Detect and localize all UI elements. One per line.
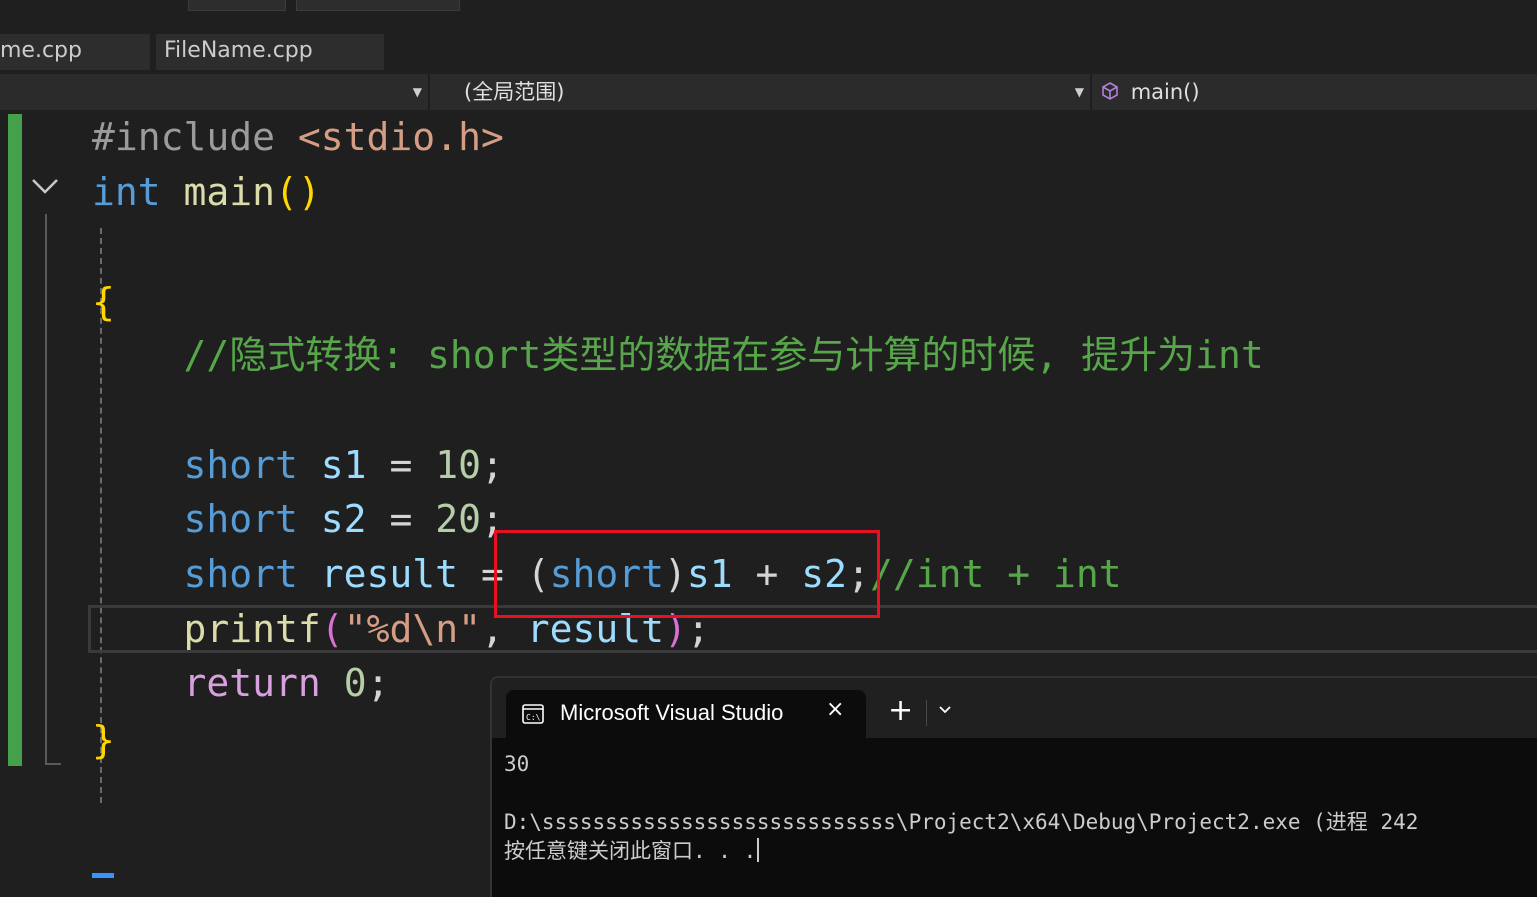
project-dropdown[interactable]: ▼ <box>0 75 428 109</box>
tab-label: FileName.cpp <box>164 38 313 63</box>
cube-icon <box>1100 77 1120 111</box>
tab-filename-cpp[interactable]: FileName.cpp <box>156 34 384 70</box>
code-line-8: short s2 = 20; <box>183 497 504 541</box>
token-keyword: short <box>183 497 298 541</box>
titlebar-divider <box>926 700 927 726</box>
token-close-brace: } <box>92 718 115 762</box>
change-tracking-bar <box>8 114 22 766</box>
chevron-down-icon: ▼ <box>412 85 422 99</box>
annotation-highlight-box <box>494 530 880 618</box>
nav-divider <box>1090 74 1092 110</box>
outline-fold-end <box>45 763 61 765</box>
code-line-7: short s1 = 10; <box>183 443 504 487</box>
toolbar-strip <box>0 0 1537 12</box>
function-dropdown[interactable]: main() <box>1094 75 1537 109</box>
tab-me-cpp[interactable]: me.cpp <box>0 34 150 70</box>
token-function: main <box>183 170 276 214</box>
document-tab-bar: me.cpp FileName.cpp <box>0 12 1537 72</box>
function-label: main() <box>1130 80 1200 104</box>
nav-divider <box>428 74 430 110</box>
navigation-bar: ▼ (全局范围) ▼ main() <box>0 74 1537 111</box>
token-number: 10 <box>435 443 481 487</box>
token-number: 20 <box>435 497 481 541</box>
token-control-keyword: return <box>183 661 321 705</box>
code-line-1: #include <stdio.h> <box>92 110 504 164</box>
terminal-tab-title: Microsoft Visual Studio <box>560 700 784 725</box>
brace-match-marker <box>92 873 114 878</box>
prompt-message: 按任意键关闭此窗口. . . <box>504 839 757 863</box>
token-variable: s2 <box>320 497 367 541</box>
terminal-output: 30 D:\ssssssssssssssssssssssssssss\Proje… <box>504 750 1418 866</box>
toolbar-platform-dropdown[interactable] <box>296 0 460 11</box>
outline-fold-line <box>45 214 47 764</box>
code-line-2: int main() <box>92 170 321 214</box>
token-comment: //int + int <box>869 552 1122 596</box>
code-line-5: //隐式转换: short类型的数据在参与计算的时候, 提升为int <box>92 328 1264 382</box>
code-line-4: { <box>92 275 115 329</box>
token-variable: s1 <box>320 443 367 487</box>
toolbar-config-dropdown[interactable] <box>188 0 286 11</box>
code-line-12: } <box>92 713 115 767</box>
terminal-tab[interactable]: C:\ Microsoft Visual Studio × <box>506 690 866 740</box>
token-variable: result <box>320 552 459 596</box>
code-line-11: return 0; <box>183 661 390 705</box>
token-string: "%d\n" <box>343 607 481 651</box>
token-keyword: int <box>92 170 161 214</box>
exit-message: D:\ssssssssssssssssssssssssssss\Project2… <box>504 810 1419 834</box>
terminal-titlebar: C:\ Microsoft Visual Studio × + <box>492 678 1537 740</box>
token-function: printf <box>183 607 321 651</box>
token-header: <stdio.h> <box>297 115 504 159</box>
token-open-brace: { <box>92 280 115 324</box>
token-keyword: short <box>183 443 298 487</box>
token-comment: //隐式转换: short类型的数据在参与计算的时候, 提升为int <box>183 333 1264 377</box>
tab-label: me.cpp <box>0 38 82 63</box>
output-value: 30 <box>504 752 530 776</box>
new-tab-icon[interactable]: + <box>888 696 913 726</box>
svg-text:C:\: C:\ <box>526 713 541 722</box>
console-icon: C:\ <box>522 704 544 724</box>
chevron-down-icon: ▼ <box>1074 85 1084 99</box>
text-cursor <box>757 838 760 862</box>
terminal-window[interactable]: C:\ Microsoft Visual Studio × + 30 D:\ss… <box>490 676 1537 897</box>
close-icon[interactable]: × <box>826 697 844 722</box>
scope-dropdown[interactable]: (全局范围) ▼ <box>432 75 1090 109</box>
chevron-down-icon[interactable] <box>938 700 952 719</box>
collapse-chevron-icon[interactable] <box>30 174 60 202</box>
scope-label: (全局范围) <box>464 80 565 104</box>
token-keyword: short <box>183 552 298 596</box>
token-number: 0 <box>343 661 367 705</box>
token-preprocessor: #include <box>92 115 276 159</box>
